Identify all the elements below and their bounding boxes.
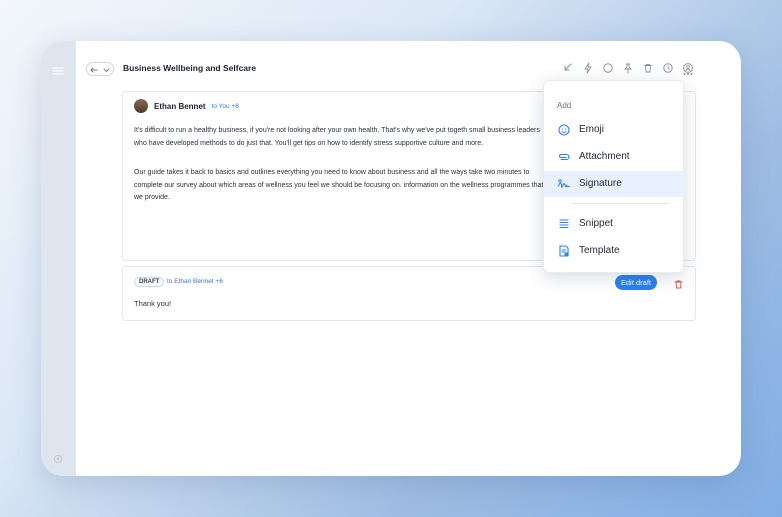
edit-draft-button[interactable]: Edit draft [615,275,658,290]
avatar[interactable] [134,99,148,113]
menu-item-emoji[interactable]: Emoji [544,117,685,143]
snippet-icon [557,217,571,236]
thread-nav [86,62,114,76]
add-menu: Add Emoji Attachment Signature Snippet T… [543,80,685,273]
menu-item-label: Snippet [579,218,613,229]
pin-icon[interactable] [621,61,635,75]
lightning-icon[interactable] [581,61,595,75]
more-icon[interactable] [683,63,693,81]
message-paragraph: It's difficult to run a healthy business… [134,127,540,147]
message-paragraph: Our guide takes it back to basics and ou… [134,169,544,201]
menu-divider [572,203,670,204]
draft-text: Thank you! [134,299,172,308]
menu-item-label: Emoji [579,124,605,135]
sidebar [41,41,76,476]
emoji-icon [557,123,571,142]
menu-item-signature[interactable]: Signature [544,171,685,197]
sender-row: Ethan Bennet to You +8 [134,99,239,113]
menu-item-template[interactable]: Template [544,238,685,264]
draft-recipients[interactable]: to Ethan Bennet +6 [167,278,223,285]
settings-icon[interactable] [53,451,63,469]
hamburger-menu-icon[interactable] [52,63,64,81]
signature-icon [557,177,571,196]
thread-toolbar [561,61,695,75]
thread-subject: Business Wellbeing and Selfcare [123,63,257,73]
draft-badge: DRAFT [134,277,165,287]
chevron-down-icon[interactable] [103,60,110,78]
message-recipients[interactable]: to You +8 [212,103,239,110]
menu-item-label: Signature [579,178,622,189]
circle-icon[interactable] [601,61,615,75]
back-arrow-icon[interactable] [90,60,98,78]
menu-item-label: Attachment [579,151,630,162]
add-menu-heading: Add [557,101,572,110]
clock-icon[interactable] [661,61,675,75]
template-icon [557,244,571,263]
draft-card[interactable]: DRAFT to Ethan Bennet +6 Thank you! Edit… [122,266,696,321]
reply-icon[interactable] [561,61,575,75]
paperclip-icon [557,150,571,169]
sender-name[interactable]: Ethan Bennet [154,102,206,111]
trash-icon[interactable] [641,61,655,75]
menu-item-label: Template [579,245,620,256]
menu-item-attachment[interactable]: Attachment [544,144,685,170]
menu-item-snippet[interactable]: Snippet [544,211,685,237]
delete-draft-icon[interactable] [673,277,684,295]
